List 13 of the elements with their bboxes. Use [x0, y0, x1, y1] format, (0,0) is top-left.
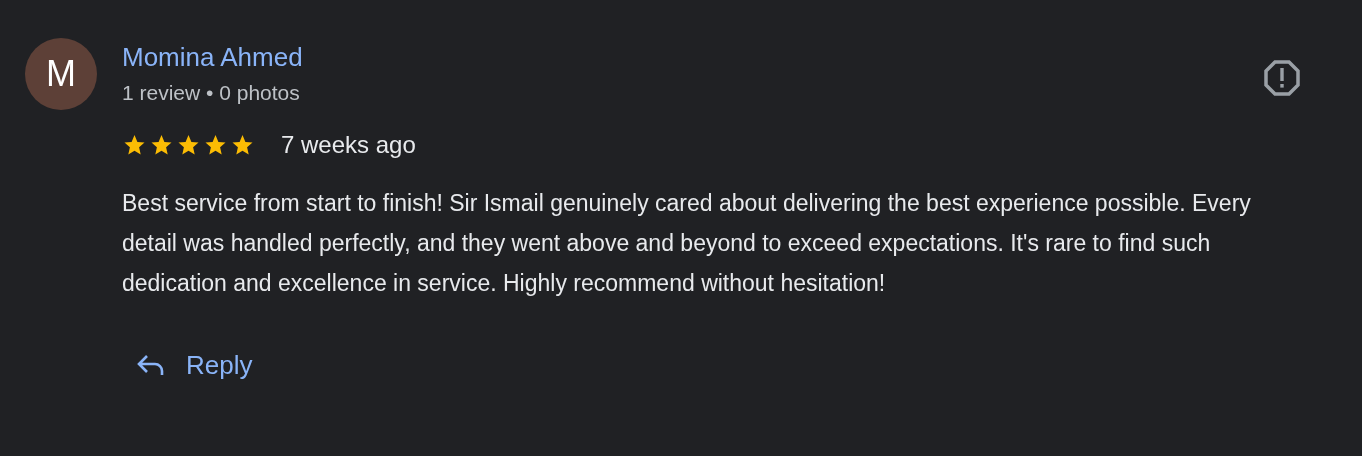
- reply-button[interactable]: Reply: [136, 349, 253, 381]
- reply-arrow-icon: [136, 353, 166, 377]
- star-icon: [230, 133, 255, 157]
- report-icon[interactable]: [1264, 60, 1300, 96]
- star-icon: [203, 133, 228, 157]
- review-text: Best service from start to finish! Sir Ismail genuinely cared about delivering the best experience possible. Every detail was handled perfectly, and they went above and beyond to exceed expectations. It's rare to find such dedication and excellence in service. Highly recommend without hesitation!: [122, 189, 1252, 298]
- star-icon: [149, 133, 174, 157]
- review-time: 7 weeks ago: [281, 130, 416, 160]
- star-icon: [176, 133, 201, 157]
- star-icon: [122, 133, 147, 157]
- avatar: M: [25, 38, 97, 110]
- author-name[interactable]: Momina Ahmed: [122, 37, 303, 77]
- author-stats: 1 review • 0 photos: [122, 80, 301, 106]
